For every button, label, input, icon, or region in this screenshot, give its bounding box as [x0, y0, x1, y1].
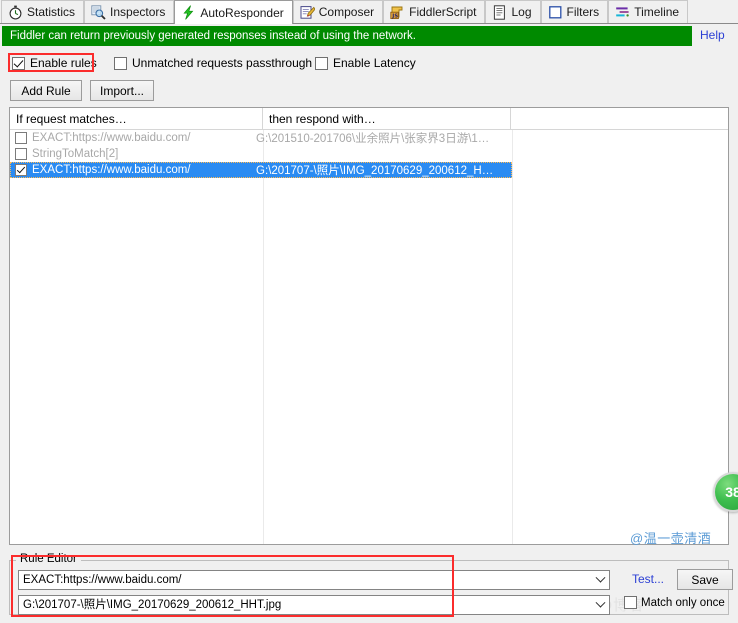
column-guide-2: [512, 130, 513, 544]
column-header-1[interactable]: If request matches…: [10, 108, 263, 130]
rule-enabled-checkbox[interactable]: [15, 132, 27, 144]
stopwatch-icon: [8, 5, 23, 20]
match-only-once-checkbox[interactable]: [624, 596, 637, 609]
filter-square-icon: [548, 5, 563, 20]
rule-match-cell: StringToMatch[2]: [32, 148, 256, 160]
tab-label: Timeline: [634, 6, 679, 18]
tab-autoresponder[interactable]: AutoResponder: [174, 0, 292, 24]
tab-label: Statistics: [27, 6, 75, 18]
timeline-bars-icon: [615, 5, 630, 20]
info-banner-text: Fiddler can return previously generated …: [10, 30, 416, 42]
option-unmatched-requests-passthrough[interactable]: Unmatched requests passthrough: [114, 56, 312, 70]
main-tabstrip: Statistics Inspectors AutoResponder Compose…: [0, 0, 738, 24]
tab-filters[interactable]: Filters: [541, 0, 609, 23]
magnifier-icon: [91, 5, 106, 20]
rule-editor-group: Rule Editor Test... Save Match only once: [9, 553, 729, 615]
tab-fiddlerscript[interactable]: JS FiddlerScript: [383, 0, 485, 23]
fiddler-autoresponder-window: Statistics Inspectors AutoResponder Compose…: [0, 0, 738, 623]
autoresponder-options-row: Enable rules Unmatched requests passthrou…: [0, 52, 738, 74]
match-rule-input[interactable]: [19, 571, 592, 589]
log-lines-icon: [492, 5, 507, 20]
import-button[interactable]: Import...: [90, 80, 154, 101]
respond-with-input[interactable]: [19, 596, 592, 614]
tab-inspectors[interactable]: Inspectors: [84, 0, 174, 23]
help-link[interactable]: Help: [700, 28, 725, 42]
tab-label: Filters: [567, 6, 600, 18]
checkbox[interactable]: [315, 57, 328, 70]
rule-enabled-checkbox[interactable]: [15, 148, 27, 160]
column-header-2[interactable]: then respond with…: [263, 108, 511, 130]
tab-statistics[interactable]: Statistics: [1, 0, 84, 23]
option-label: Enable rules: [30, 56, 97, 70]
match-rule-dropdown-arrow[interactable]: [592, 571, 609, 589]
add-rule-button[interactable]: Add Rule: [10, 80, 82, 101]
tab-label: Inspectors: [110, 6, 165, 18]
save-button[interactable]: Save: [677, 569, 733, 590]
checkbox[interactable]: [114, 57, 127, 70]
rule-match-cell: EXACT:https://www.baidu.com/: [32, 164, 256, 176]
test-link[interactable]: Test...: [632, 572, 664, 586]
lightning-icon: [181, 5, 196, 20]
column-header-label: then respond with…: [269, 112, 376, 126]
chevron-down-icon: [596, 597, 606, 607]
tab-timeline[interactable]: Timeline: [608, 0, 688, 23]
tab-label: AutoResponder: [200, 7, 283, 19]
rule-editor-title: Rule Editor: [16, 553, 81, 565]
respond-with-combobox[interactable]: [18, 595, 610, 615]
script-js-icon: JS: [390, 5, 405, 20]
table-row[interactable]: StringToMatch[2]: [10, 146, 728, 162]
table-row[interactable]: EXACT:https://www.baidu.com/G:\201510-20…: [10, 130, 728, 146]
table-row[interactable]: EXACT:https://www.baidu.com/G:\201707-\照…: [10, 162, 512, 178]
tab-label: Log: [511, 6, 531, 18]
match-rule-combobox[interactable]: [18, 570, 610, 590]
svg-text:JS: JS: [391, 13, 398, 19]
tab-composer[interactable]: Composer: [293, 0, 383, 23]
tab-label: Composer: [319, 6, 374, 18]
rules-list-header: If request matches… then respond with…: [10, 108, 728, 130]
chevron-down-icon: [596, 572, 606, 582]
column-guide-1: [263, 130, 264, 544]
tab-label: FiddlerScript: [409, 6, 476, 18]
rule-respond-cell: G:\201510-201706\业余照片\张家界3日游\1…: [256, 130, 501, 146]
match-only-once-label: Match only once: [641, 597, 725, 609]
option-label: Unmatched requests passthrough: [132, 56, 312, 70]
tab-log[interactable]: Log: [485, 0, 540, 23]
rules-toolbar: Add Rule Import...: [0, 80, 738, 102]
author-watermark: @温一壶清酒: [630, 528, 711, 547]
match-only-once-option[interactable]: Match only once: [624, 596, 725, 609]
option-enable-latency[interactable]: Enable Latency: [315, 56, 416, 70]
rule-enabled-checkbox[interactable]: [15, 164, 27, 176]
rules-list-body[interactable]: EXACT:https://www.baidu.com/G:\201510-20…: [10, 130, 728, 178]
option-enable-rules[interactable]: Enable rules: [12, 56, 97, 70]
option-label: Enable Latency: [333, 56, 416, 70]
rule-match-cell: EXACT:https://www.baidu.com/: [32, 132, 256, 144]
respond-with-dropdown-arrow[interactable]: [592, 596, 609, 614]
notepad-pencil-icon: [300, 5, 315, 20]
column-header-3[interactable]: [511, 108, 728, 130]
info-banner: Fiddler can return previously generated …: [2, 26, 692, 46]
rule-respond-cell: G:\201707-\照片\IMG_20170629_200612_HH…: [256, 162, 501, 178]
column-header-label: If request matches…: [16, 112, 127, 126]
checkbox[interactable]: [12, 57, 25, 70]
rules-list[interactable]: If request matches… then respond with… EX…: [9, 107, 729, 545]
